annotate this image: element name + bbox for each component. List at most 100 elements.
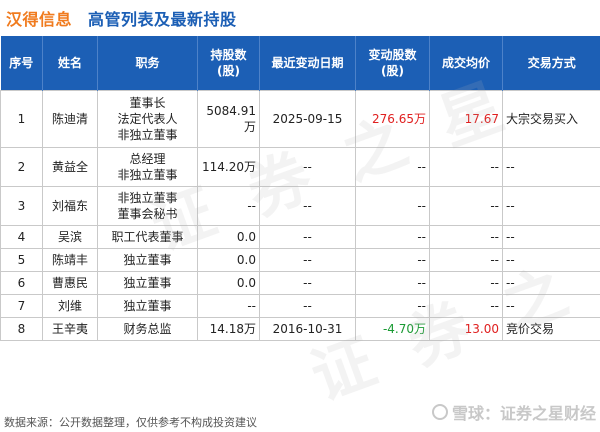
row-number: 6 [0, 271, 43, 295]
executive-name: 陈迪清 [42, 90, 98, 148]
executive-name: 王辛夷 [42, 317, 98, 341]
trade-method: -- [502, 294, 600, 318]
average-price: -- [429, 147, 503, 187]
share-change: -4.70万 [355, 317, 430, 341]
duty-item: 非独立董事 [117, 191, 178, 205]
brand-logo: 雪球：证券之星财经 [431, 400, 596, 424]
column-header: 变动股数 (股) [355, 36, 430, 91]
row-number: 5 [0, 248, 43, 272]
duty-item: 独立董事 [123, 299, 172, 313]
table-row: 7 刘维 独立董事 -- -- -- -- -- [0, 294, 600, 318]
trade-method: -- [502, 271, 600, 295]
executive-duties: 董事长法定代表人非独立董事 [97, 90, 198, 148]
share-change: -- [355, 248, 430, 272]
row-number: 1 [0, 90, 43, 148]
duty-item: 非独立董事 [117, 128, 178, 142]
change-date: -- [259, 147, 356, 187]
table-row: 4 吴滨 职工代表董事 0.0 -- -- -- -- [0, 225, 600, 249]
executive-table: 序号 姓名 职务 持股数 (股) 最近变动日期 变动股数 (股) 成交均价 交易方式… [0, 36, 600, 341]
brand-text: 雪球：证券之星财经 [451, 404, 596, 423]
trade-method: -- [502, 147, 600, 187]
shares-held: 0.0 [197, 271, 260, 295]
share-change: -- [355, 294, 430, 318]
page-title: 高管列表及最新持股 [88, 10, 237, 29]
duty-item: 职工代表董事 [111, 230, 184, 244]
change-date: -- [259, 248, 356, 272]
change-date: 2025-09-15 [259, 90, 356, 148]
column-header: 姓名 [42, 36, 98, 91]
share-change: -- [355, 271, 430, 295]
duty-item: 法定代表人 [117, 112, 178, 126]
column-header: 最近变动日期 [259, 36, 356, 91]
row-number: 3 [0, 186, 43, 226]
duty-item: 总经理 [129, 152, 166, 166]
column-header: 序号 [0, 36, 43, 91]
executive-name: 黄益全 [42, 147, 98, 187]
executive-duties: 财务总监 [97, 317, 198, 341]
trade-method: 大宗交易买入 [502, 90, 600, 148]
table-row: 3 刘福东 非独立董事 董事会秘书 -- -- -- -- -- [0, 186, 600, 226]
change-date: 2016-10-31 [259, 317, 356, 341]
table-row: 6 曹惠民 独立董事 0.0 -- -- -- -- [0, 271, 600, 295]
share-change: 276.65万 [355, 90, 430, 148]
snowball-icon [431, 404, 448, 420]
share-change: -- [355, 186, 430, 226]
executive-duties: 非独立董事董事会秘书 [97, 186, 198, 226]
executive-name: 刘福东 [42, 186, 98, 226]
executive-name: 曹惠民 [42, 271, 98, 295]
change-date: -- [259, 294, 356, 318]
shares-held: -- [197, 294, 260, 318]
duty-item: 非独立董事 [117, 168, 178, 182]
average-price: -- [429, 186, 503, 226]
column-header: 成交均价 [429, 36, 503, 91]
shares-held: 114.20万 [197, 147, 260, 187]
duty-item: 独立董事 [123, 253, 172, 267]
duty-item: 董事会秘书 [117, 207, 178, 221]
row-number: 2 [0, 147, 43, 187]
duty-item: 董事长 [129, 96, 166, 110]
average-price: 13.00 [429, 317, 503, 341]
executive-duties: 独立董事 [97, 248, 198, 272]
column-header: 交易方式 [502, 36, 600, 91]
average-price: -- [429, 271, 503, 295]
executive-duties: 总经理 非独立董事 [97, 147, 198, 187]
company-name: 汉得信息 [6, 10, 73, 29]
share-change: -- [355, 147, 430, 187]
row-number: 7 [0, 294, 43, 318]
average-price: -- [429, 225, 503, 249]
column-header: 持股数 (股) [197, 36, 260, 91]
shares-held: 0.0 [197, 248, 260, 272]
shares-held: 0.0 [197, 225, 260, 249]
executive-name: 刘维 [42, 294, 98, 318]
change-date: -- [259, 225, 356, 249]
trade-method: 竞价交易 [502, 317, 600, 341]
average-price: -- [429, 294, 503, 318]
column-header: 职务 [97, 36, 198, 91]
executive-duties: 独立董事 [97, 294, 198, 318]
shares-held: 5084.91万 [197, 90, 260, 148]
change-date: -- [259, 271, 356, 295]
executive-duties: 职工代表董事 [97, 225, 198, 249]
row-number: 8 [0, 317, 43, 341]
executive-duties: 独立董事 [97, 271, 198, 295]
table-row: 5 陈靖丰 独立董事 0.0 -- -- -- -- [0, 248, 600, 272]
change-date: -- [259, 186, 356, 226]
shares-held: 14.18万 [197, 317, 260, 341]
table-header-row: 序号 姓名 职务 持股数 (股) 最近变动日期 变动股数 (股) 成交均价 交易方式 [0, 36, 600, 91]
data-source-note: 数据来源：公开数据整理，仅供参考不构成投资建议 [4, 416, 257, 429]
executive-name: 陈靖丰 [42, 248, 98, 272]
shares-held: -- [197, 186, 260, 226]
trade-method: -- [502, 186, 600, 226]
title-bar: 汉得信息 高管列表及最新持股 [0, 0, 600, 36]
row-number: 4 [0, 225, 43, 249]
table-row: 2 黄益全 总经理 非独立董事 114.20万 -- -- -- -- [0, 147, 600, 187]
average-price: -- [429, 248, 503, 272]
trade-method: -- [502, 248, 600, 272]
duty-item: 财务总监 [123, 322, 172, 336]
table-row: 1 陈迪清 董事长 法定代表人 非独立董事 5084.91万 2025-09-15 276.6… [0, 90, 600, 148]
average-price: 17.67 [429, 90, 503, 148]
duty-item: 独立董事 [123, 276, 172, 290]
trade-method: -- [502, 225, 600, 249]
executive-name: 吴滨 [42, 225, 98, 249]
table-row: 8 王辛夷 财务总监 14.18万 2016-10-31 -4.70万 13.00 竞价交易 [0, 317, 600, 341]
